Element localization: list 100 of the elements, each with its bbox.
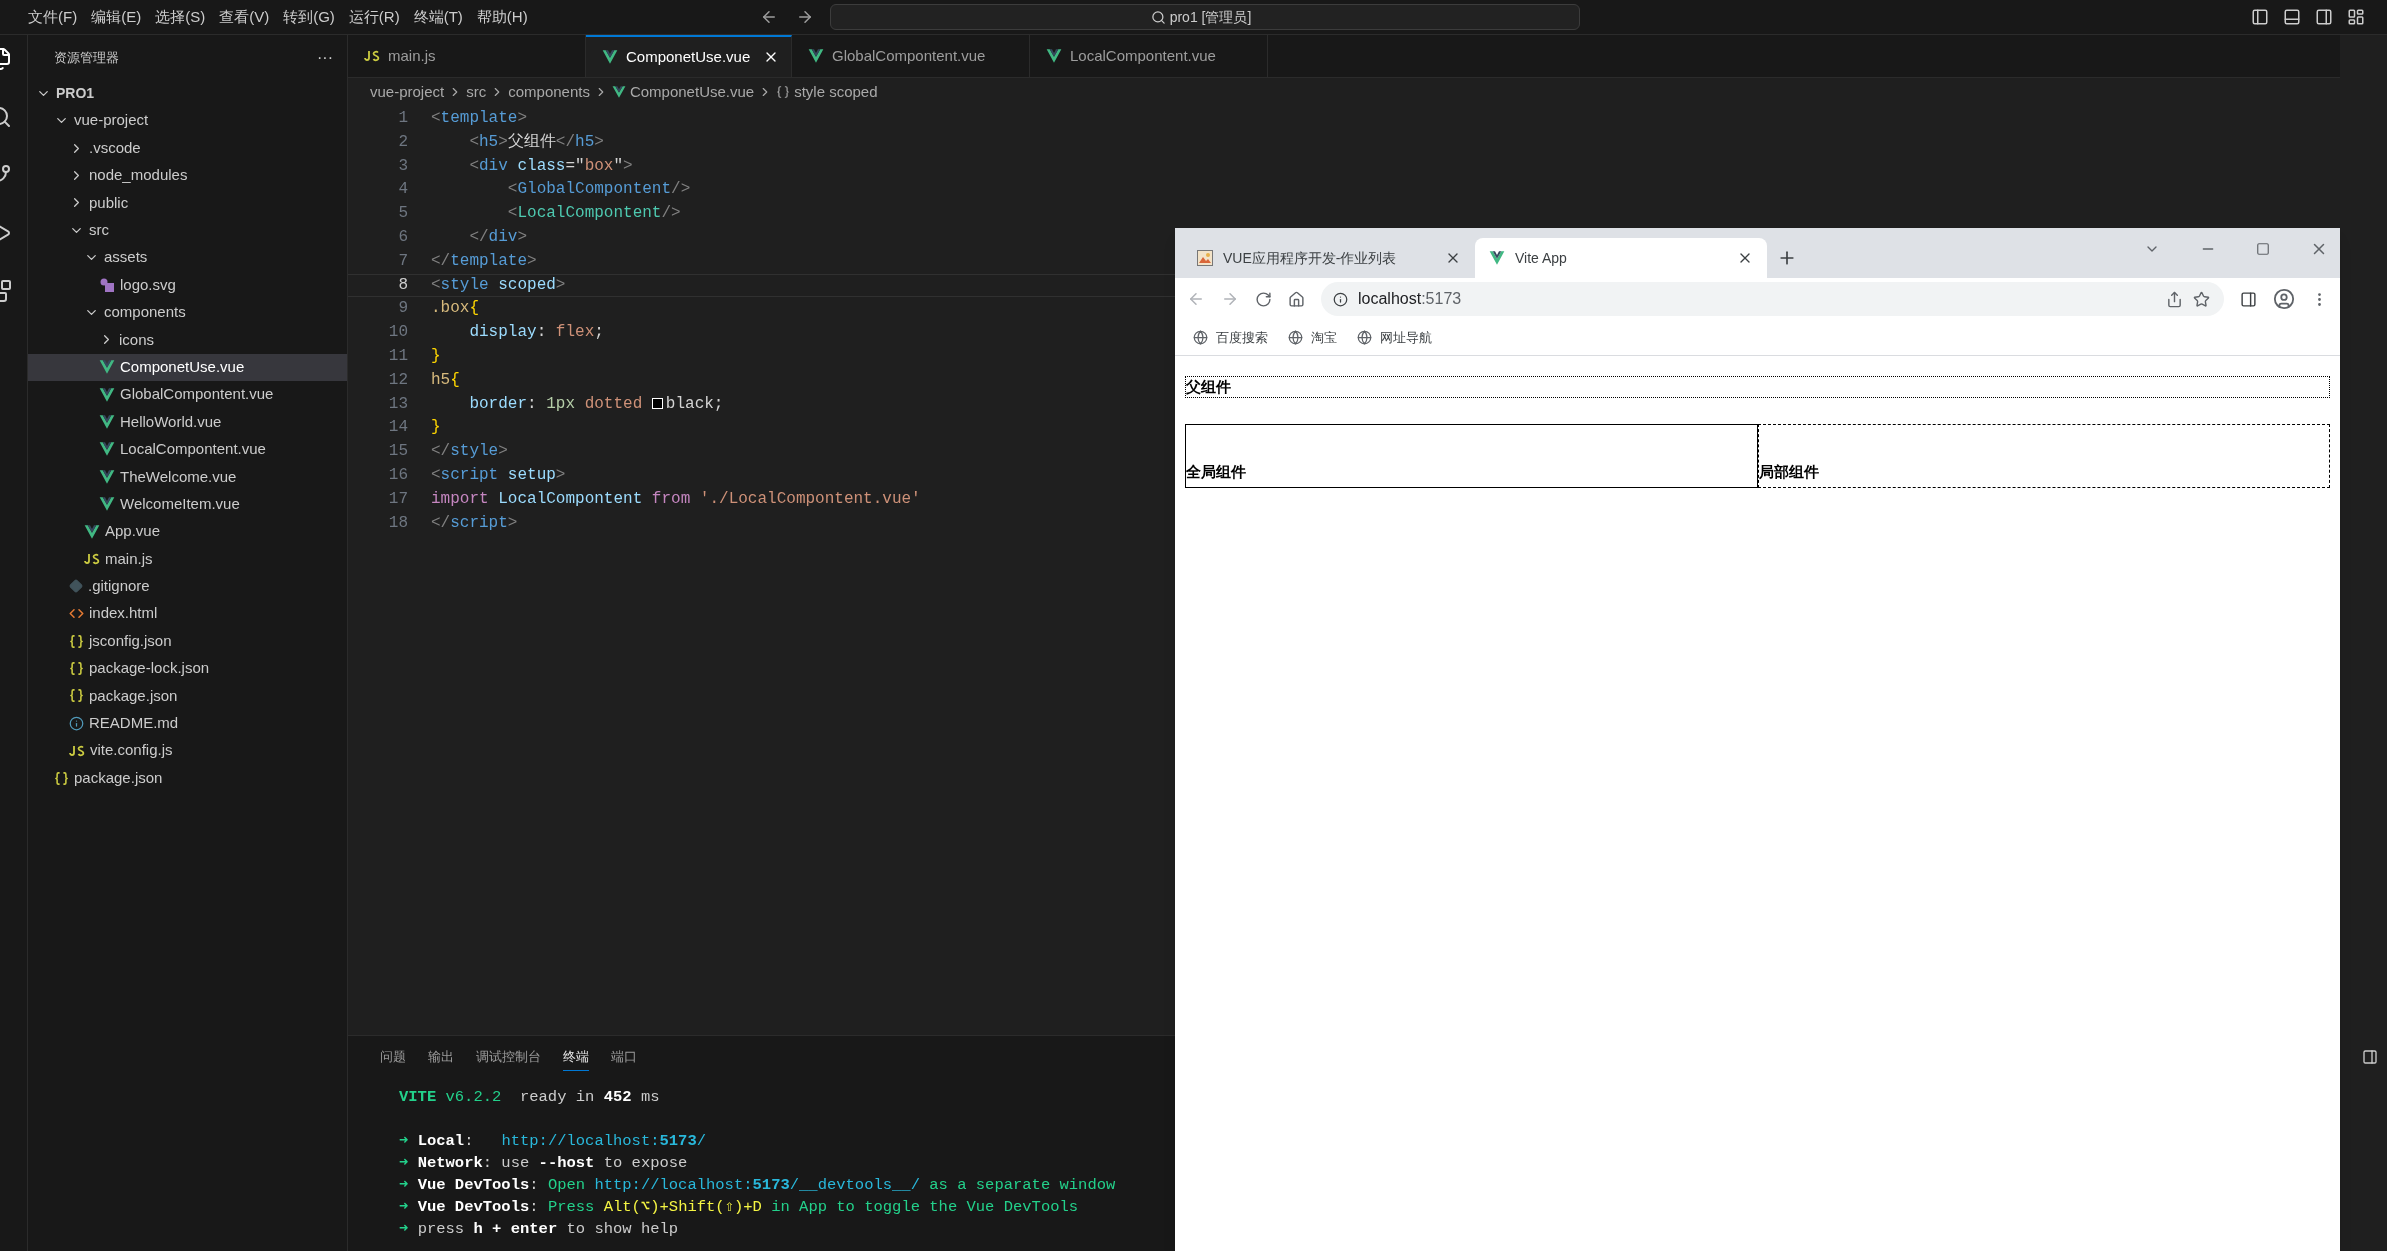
tree-item[interactable]: App.vue (28, 517, 347, 546)
breadcrumb-item[interactable]: src (466, 80, 487, 104)
search-icon (1150, 9, 1166, 25)
tree-item[interactable]: src (28, 216, 347, 244)
browser-tab[interactable]: VUE应用程序开发-作业列表 (1183, 238, 1475, 278)
line-number: 2 (397, 131, 408, 153)
sidebar-title: 资源管理器 (54, 48, 119, 67)
home-icon[interactable] (1288, 290, 1305, 308)
breadcrumb-item[interactable]: vue-project (370, 80, 445, 104)
line-number: 15 (387, 441, 408, 463)
tree-item[interactable]: README.md (28, 709, 347, 737)
bookmark[interactable]: 网址导航 (1357, 327, 1432, 348)
line-number: 17 (387, 488, 408, 510)
tree-item[interactable]: assets (28, 243, 347, 272)
code-line: </script> (431, 512, 518, 534)
line-number: 6 (397, 227, 408, 248)
tree-item[interactable]: node_modules (28, 161, 347, 190)
breadcrumb-item[interactable]: ComponetUse.vue (629, 80, 755, 104)
editor-tab[interactable]: ComponetUse.vue (586, 35, 792, 77)
tree-item[interactable]: index.html (28, 600, 347, 628)
tree-item[interactable]: package-lock.json (28, 654, 347, 683)
tree-item[interactable]: jsconfig.json (28, 627, 347, 655)
line-number: 5 (397, 203, 408, 225)
terminal-line: ➜ press h + enter to show help (399, 1219, 679, 1240)
more-actions-button[interactable]: ··· (317, 45, 333, 70)
diamond-icon (69, 579, 83, 594)
globe-icon (1357, 330, 1372, 345)
toggle-panel-icon[interactable] (2283, 8, 2301, 26)
vue-icon (99, 359, 115, 376)
tree-item[interactable]: package.json (28, 764, 347, 792)
editor-tab[interactable]: LocalCompontent.vue (1030, 35, 1268, 77)
menu-item[interactable]: 帮助(H) (470, 5, 534, 29)
tree-item[interactable]: logo.svg (28, 271, 347, 299)
vue-icon (84, 523, 100, 540)
menu-item[interactable]: 查看(V) (213, 5, 276, 29)
panel-layout-icon[interactable] (2362, 1049, 2378, 1065)
menu-item[interactable]: 运行(R) (342, 5, 406, 29)
tree-item[interactable]: ComponetUse.vue (28, 353, 347, 381)
line-number: 8 (397, 274, 408, 296)
javascript-icon (69, 744, 85, 757)
line-number: 16 (387, 464, 408, 486)
customize-layout-icon[interactable] (2347, 8, 2365, 26)
tree-item[interactable]: GlobalCompontent.vue (28, 380, 347, 409)
menu-item[interactable]: 转到(G) (277, 5, 341, 29)
tree-item[interactable]: .gitignore (28, 572, 347, 601)
javascript-icon (364, 50, 380, 62)
code-line: <script setup> (431, 464, 566, 486)
tree-item[interactable]: icons (28, 326, 347, 354)
side-panel-icon[interactable] (2240, 290, 2257, 308)
tree-item[interactable]: HelloWorld.vue (28, 408, 347, 436)
code-line: <h5>父组件</h5> (468, 131, 604, 153)
terminal-line: VITE v6.2.2 ready in 452 ms (399, 1087, 660, 1108)
menu-item[interactable]: 终端(T) (407, 5, 469, 29)
tree-item[interactable]: TheWelcome.vue (28, 463, 347, 491)
tree-item[interactable]: package.json (28, 682, 347, 710)
panel-tab[interactable]: 输出 (428, 1042, 454, 1072)
panel-tab[interactable]: 调试控制台 (476, 1042, 541, 1072)
tree-item[interactable]: LocalCompontent.vue (28, 435, 347, 464)
reload-icon[interactable] (1255, 290, 1272, 308)
tree-item[interactable]: PRO1 (28, 80, 347, 107)
component-title: 局部组件 (1758, 461, 1819, 482)
bookmark-star-icon[interactable] (2193, 290, 2210, 308)
vue-icon (99, 414, 115, 430)
tree-item[interactable]: WelcomeItem.vue (28, 490, 347, 518)
tree-item[interactable]: vite.config.js (28, 737, 347, 765)
menu-item[interactable]: 文件(F) (22, 5, 84, 29)
terminal-line: ➜ Vue DevTools: Press Alt(⌥)+Shift(⇧)+D in App to toggle the Vue DevTools (399, 1197, 1079, 1218)
code-line: } (431, 417, 441, 439)
tree-item[interactable]: public (28, 189, 347, 217)
toggle-secondary-sidebar-icon[interactable] (2315, 8, 2333, 26)
bookmark[interactable]: 百度搜索 (1193, 327, 1268, 348)
panel-tab[interactable]: 问题 (380, 1042, 406, 1072)
tree-item[interactable]: components (28, 298, 347, 327)
address-bar[interactable]: localhost:5173 (1321, 282, 2224, 316)
line-number: 9 (397, 298, 408, 320)
line-number: 4 (397, 179, 408, 201)
menu-item[interactable]: 编辑(E) (85, 5, 148, 29)
tree-item[interactable]: .vscode (28, 134, 347, 162)
code-line: import LocalCompontent from './LocalCompontent.vue' (431, 488, 921, 510)
code-line: <template> (431, 108, 528, 129)
share-icon[interactable] (2166, 290, 2183, 308)
maximize-icon[interactable] (2256, 242, 2270, 256)
toggle-sidebar-icon[interactable] (2251, 8, 2269, 26)
panel-tab[interactable]: 终端 (563, 1042, 589, 1072)
tree-item[interactable]: main.js (28, 545, 347, 573)
panel-tab[interactable]: 端口 (611, 1042, 637, 1072)
url-text: localhost:5173 (1358, 289, 1462, 309)
editor-tab[interactable]: GlobalCompontent.vue (792, 35, 1030, 77)
menu-item[interactable]: 选择(S) (149, 5, 212, 29)
code-line: <style scoped> (431, 274, 566, 296)
breadcrumb-item[interactable]: style scoped (794, 80, 878, 104)
tree-item[interactable]: vue-project (28, 107, 347, 135)
globe-icon (1288, 330, 1303, 345)
command-center[interactable]: pro1 [管理员] (829, 4, 1580, 30)
breadcrumb-item[interactable]: components (508, 80, 590, 104)
info-icon (69, 715, 84, 731)
browser-tab[interactable]: Vite App (1475, 238, 1767, 278)
bookmark[interactable]: 淘宝 (1288, 327, 1337, 348)
profile-icon[interactable] (2273, 288, 2295, 310)
vue-icon (99, 468, 115, 485)
